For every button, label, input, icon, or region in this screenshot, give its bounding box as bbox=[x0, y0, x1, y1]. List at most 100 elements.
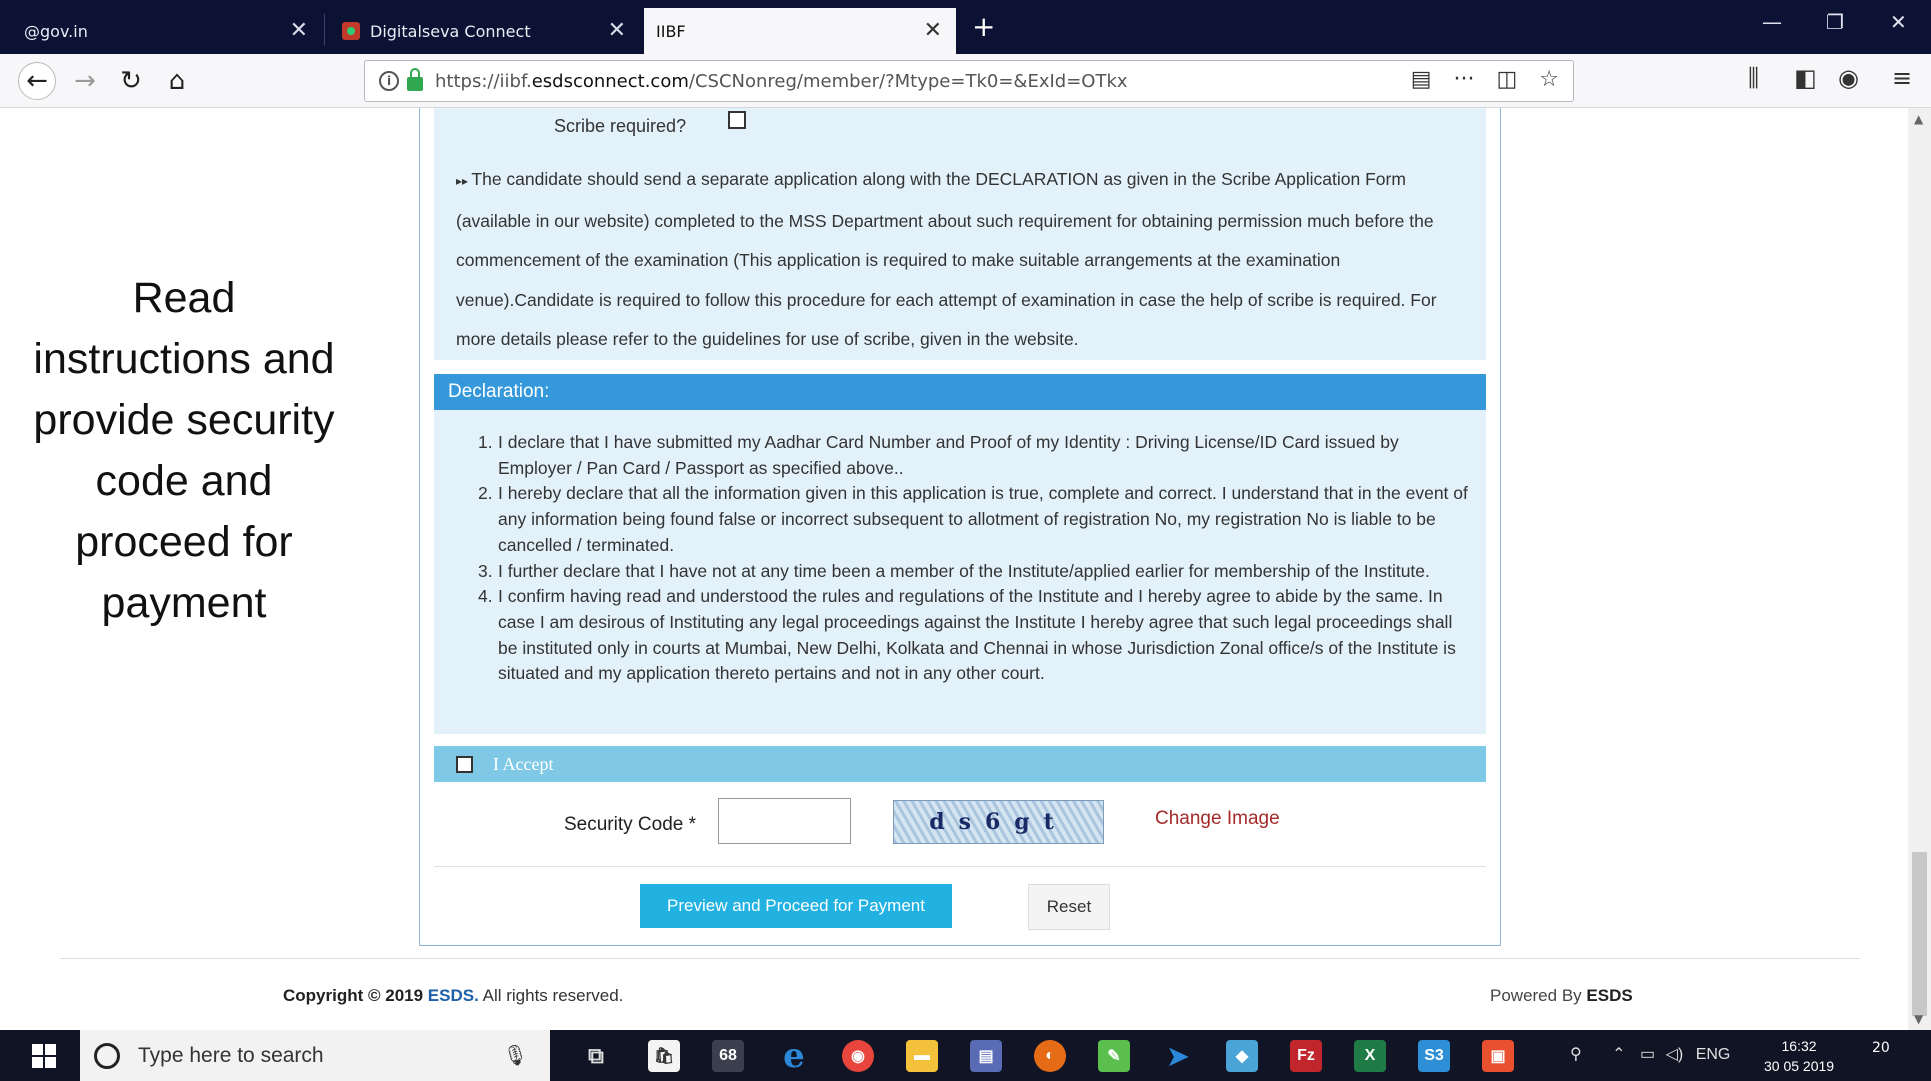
library-icon[interactable]: ⫼ bbox=[1748, 64, 1759, 92]
minimize-icon[interactable]: — bbox=[1762, 10, 1782, 34]
declaration-text: I hereby declare that all the informatio… bbox=[498, 483, 1468, 555]
filezilla-icon[interactable]: Fz bbox=[1290, 1040, 1322, 1072]
scrollbar-thumb[interactable] bbox=[1912, 852, 1927, 1016]
cortana-icon bbox=[94, 1042, 120, 1069]
url-domain: esdsconnect.com bbox=[531, 70, 689, 92]
tab-gov[interactable]: @gov.in ✕ bbox=[12, 8, 322, 54]
close-tab-icon[interactable]: ✕ bbox=[924, 18, 942, 43]
chrome-icon[interactable]: ◉ bbox=[842, 1040, 874, 1072]
excel-icon[interactable]: X bbox=[1354, 1040, 1386, 1072]
security-code-input[interactable] bbox=[718, 798, 851, 844]
paint-icon[interactable]: ✎ bbox=[1098, 1040, 1130, 1072]
tab-digitalseva[interactable]: Digitalseva Connect ✕ bbox=[330, 8, 640, 54]
scribe-checkbox[interactable] bbox=[728, 111, 746, 129]
copyright-text: Copyright © 2019 ESDS. All rights reserv… bbox=[283, 986, 623, 1006]
declaration-item: 2. I hereby declare that all the informat… bbox=[478, 481, 1468, 558]
lock-icon[interactable] bbox=[407, 68, 423, 91]
clock-date: 30 05 2019 bbox=[1764, 1058, 1835, 1074]
declaration-text: I further declare that I have not at any… bbox=[498, 560, 1430, 581]
powered-by-text: Powered By ESDS bbox=[1490, 986, 1633, 1006]
microphone-icon[interactable]: 🎙 bbox=[503, 1043, 528, 1068]
url-prefix: https://iibf. bbox=[435, 70, 532, 92]
accept-label: I Accept bbox=[493, 753, 554, 774]
home-icon[interactable]: ⌂ bbox=[158, 62, 196, 100]
menu-icon[interactable]: ≡ bbox=[1892, 64, 1912, 92]
accept-row: I Accept bbox=[434, 746, 1486, 782]
preview-and-pay-button[interactable]: Preview and Proceed for Payment bbox=[640, 884, 952, 928]
window-close-icon[interactable]: ✕ bbox=[1890, 10, 1907, 34]
firefox-icon[interactable]: ◐ bbox=[1034, 1040, 1066, 1072]
security-code-label: Security Code * bbox=[564, 814, 697, 835]
volume-icon[interactable]: ◁) bbox=[1666, 1046, 1684, 1063]
close-tab-icon[interactable]: ✕ bbox=[290, 18, 308, 43]
pdf-icon[interactable]: ▣ bbox=[1482, 1040, 1514, 1072]
double-arrow-icon: ▸▸ bbox=[456, 174, 472, 188]
change-image-link[interactable]: Change Image bbox=[1155, 808, 1280, 830]
scribe-section: Scribe required? ▸▸ The candidate should… bbox=[434, 108, 1486, 360]
back-icon[interactable]: ← bbox=[18, 62, 56, 100]
sidebar-icon[interactable]: ◧ bbox=[1794, 64, 1817, 92]
reader-icon[interactable]: ▤ bbox=[1411, 67, 1432, 92]
task-view-icon[interactable]: ⧉ bbox=[580, 1040, 612, 1072]
url-path: /CSCNonreg/member/?Mtype=Tk0=&ExId=OTkx bbox=[688, 70, 1128, 92]
notification-count: 20 bbox=[1872, 1040, 1890, 1056]
tab-divider bbox=[324, 14, 325, 46]
declaration-number: 4. bbox=[478, 586, 493, 607]
s3-icon[interactable]: S3 bbox=[1418, 1040, 1450, 1072]
tab-label: Digitalseva Connect bbox=[370, 21, 531, 41]
accept-checkbox[interactable] bbox=[456, 755, 473, 773]
copyright-brand[interactable]: ESDS. bbox=[428, 986, 479, 1005]
digitalseva-favicon-icon bbox=[342, 22, 360, 40]
notepad-icon[interactable]: ▤ bbox=[970, 1040, 1002, 1072]
url-bar[interactable]: i https://iibf. esdsconnect.com/CSCNonreg… bbox=[364, 60, 1574, 102]
edge-icon[interactable]: e bbox=[778, 1036, 810, 1076]
scroll-up-icon[interactable]: ▲ bbox=[1914, 112, 1923, 126]
notification-center-icon[interactable]: 20 bbox=[1872, 1040, 1904, 1072]
language-indicator[interactable]: ENG bbox=[1696, 1046, 1731, 1063]
pocket-icon[interactable]: ◫ bbox=[1496, 67, 1517, 92]
declaration-item: 4. I confirm having read and understood t… bbox=[478, 584, 1468, 687]
system-tray: ⚲ ⌃ ▭ ◁) ENG bbox=[1570, 1044, 1730, 1064]
more-icon[interactable]: ··· bbox=[1453, 67, 1474, 92]
forward-icon[interactable]: → bbox=[66, 62, 104, 100]
account-icon[interactable]: ◉ bbox=[1838, 64, 1859, 92]
people-icon[interactable]: ⚲ bbox=[1570, 1046, 1582, 1063]
copyright-suffix: All rights reserved. bbox=[482, 986, 624, 1005]
windows-taskbar: Type here to search 🎙 ⧉ 🛍 68 e ◉ ▬ ▤ ◐ ✎… bbox=[0, 1030, 1931, 1081]
declaration-body: 1. I declare that I have submitted my Aad… bbox=[434, 410, 1486, 734]
close-tab-icon[interactable]: ✕ bbox=[608, 18, 626, 43]
scroll-down-icon[interactable]: ▼ bbox=[1914, 1012, 1923, 1026]
taskbar-clock[interactable]: 16:32 30 05 2019 bbox=[1764, 1036, 1834, 1076]
tab-label: IIBF bbox=[656, 21, 686, 41]
restore-icon[interactable]: ❐ bbox=[1826, 10, 1844, 34]
info-icon[interactable]: i bbox=[379, 71, 399, 91]
powered-prefix: Powered By bbox=[1490, 986, 1582, 1005]
tab-label: @gov.in bbox=[24, 21, 88, 41]
network-icon[interactable]: ▭ bbox=[1640, 1046, 1655, 1063]
form-divider bbox=[434, 866, 1486, 867]
store-icon[interactable]: 🛍 bbox=[648, 1040, 680, 1072]
clock-time: 16:32 bbox=[1781, 1038, 1817, 1054]
declaration-text: I declare that I have submitted my Aadha… bbox=[498, 432, 1399, 478]
scribe-label: Scribe required? bbox=[554, 116, 687, 136]
declaration-item: 1. I declare that I have submitted my Aad… bbox=[478, 430, 1468, 481]
tray-chevron-icon[interactable]: ⌃ bbox=[1612, 1046, 1625, 1063]
instruction-caption: Read instructions and provide security c… bbox=[33, 274, 335, 627]
app-icon[interactable]: 68 bbox=[712, 1040, 744, 1072]
windows-start-icon[interactable] bbox=[32, 1044, 56, 1068]
new-tab-icon[interactable]: + bbox=[972, 10, 995, 43]
app-blue-icon[interactable]: ◆ bbox=[1226, 1040, 1258, 1072]
taskbar-search-box[interactable]: Type here to search 🎙 bbox=[80, 1030, 550, 1081]
powered-brand[interactable]: ESDS bbox=[1586, 986, 1632, 1005]
page-scrollbar[interactable]: ▲ ▼ bbox=[1908, 108, 1931, 1030]
browser-tab-bar: @gov.in ✕ Digitalseva Connect ✕ IIBF ✕ +… bbox=[0, 0, 1931, 54]
reset-button[interactable]: Reset bbox=[1028, 884, 1110, 930]
declaration-list: 1. I declare that I have submitted my Aad… bbox=[478, 430, 1468, 687]
file-explorer-icon[interactable]: ▬ bbox=[906, 1040, 938, 1072]
declaration-header: Declaration: bbox=[434, 374, 1486, 410]
arrow-app-icon[interactable]: ➤ bbox=[1162, 1040, 1194, 1072]
search-placeholder: Type here to search bbox=[138, 1043, 324, 1067]
bookmark-star-icon[interactable]: ☆ bbox=[1539, 67, 1559, 92]
reload-icon[interactable]: ↻ bbox=[112, 62, 150, 100]
tab-iibf[interactable]: IIBF ✕ bbox=[644, 8, 956, 54]
